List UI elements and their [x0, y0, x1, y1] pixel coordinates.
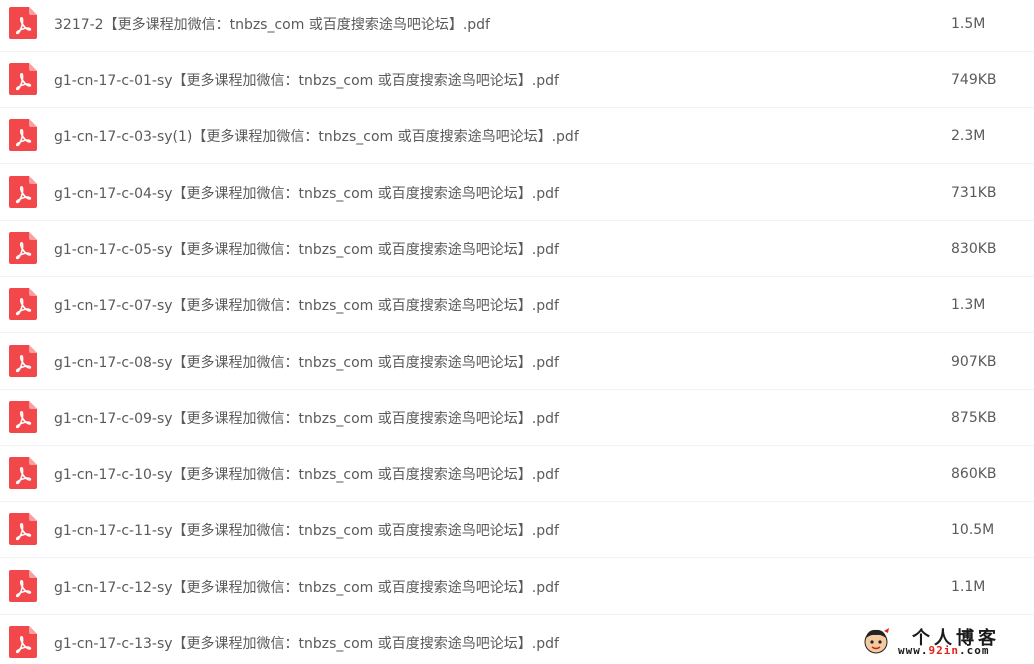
pdf-icon — [9, 232, 37, 264]
file-row[interactable]: g1-cn-17-c-12-sy【更多课程加微信：tnbzs_com 或百度搜索… — [0, 559, 1034, 615]
file-list: 3217-2【更多课程加微信：tnbzs_com 或百度搜索途鸟吧论坛】.pdf… — [0, 0, 1034, 664]
pdf-icon — [9, 570, 37, 602]
file-row[interactable]: g1-cn-17-c-09-sy【更多课程加微信：tnbzs_com 或百度搜索… — [0, 390, 1034, 446]
file-name[interactable]: g1-cn-17-c-09-sy【更多课程加微信：tnbzs_com 或百度搜索… — [54, 408, 559, 428]
file-size: 2.3M — [951, 127, 986, 144]
file-row[interactable]: 3217-2【更多课程加微信：tnbzs_com 或百度搜索途鸟吧论坛】.pdf… — [0, 0, 1034, 52]
file-row[interactable]: g1-cn-17-c-03-sy(1)【更多课程加微信：tnbzs_com 或百… — [0, 108, 1034, 164]
file-size: 10.5M — [951, 521, 995, 538]
file-name[interactable]: g1-cn-17-c-07-sy【更多课程加微信：tnbzs_com 或百度搜索… — [54, 295, 559, 315]
pdf-icon — [9, 401, 37, 433]
file-row[interactable]: g1-cn-17-c-08-sy【更多课程加微信：tnbzs_com 或百度搜索… — [0, 334, 1034, 390]
file-size: 830KB — [951, 240, 997, 257]
file-size: 875KB — [951, 409, 997, 426]
watermark: 个人博客 www.92in.com — [860, 624, 1030, 664]
file-size: 860KB — [951, 465, 997, 482]
file-size: 907KB — [951, 353, 997, 370]
file-row[interactable]: g1-cn-17-c-07-sy【更多课程加微信：tnbzs_com 或百度搜索… — [0, 277, 1034, 333]
watermark-url: www.92in.com — [898, 644, 990, 657]
file-row[interactable]: g1-cn-17-c-05-sy【更多课程加微信：tnbzs_com 或百度搜索… — [0, 221, 1034, 277]
file-row[interactable]: g1-cn-17-c-11-sy【更多课程加微信：tnbzs_com 或百度搜索… — [0, 502, 1034, 558]
file-name[interactable]: 3217-2【更多课程加微信：tnbzs_com 或百度搜索途鸟吧论坛】.pdf — [54, 14, 490, 34]
file-row[interactable]: g1-cn-17-c-10-sy【更多课程加微信：tnbzs_com 或百度搜索… — [0, 446, 1034, 502]
watermark-url-prefix: www. — [898, 644, 929, 657]
file-name[interactable]: g1-cn-17-c-10-sy【更多课程加微信：tnbzs_com 或百度搜索… — [54, 464, 559, 484]
file-name[interactable]: g1-cn-17-c-04-sy【更多课程加微信：tnbzs_com 或百度搜索… — [54, 183, 559, 203]
watermark-url-suffix: .com — [959, 644, 990, 657]
file-row[interactable]: g1-cn-17-c-04-sy【更多课程加微信：tnbzs_com 或百度搜索… — [0, 165, 1034, 221]
cartoon-face-icon — [864, 628, 889, 654]
file-size: 1.5M — [951, 15, 986, 32]
pdf-icon — [9, 457, 37, 489]
pdf-icon — [9, 345, 37, 377]
file-name[interactable]: g1-cn-17-c-08-sy【更多课程加微信：tnbzs_com 或百度搜索… — [54, 352, 559, 372]
file-name[interactable]: g1-cn-17-c-13-sy【更多课程加微信：tnbzs_com 或百度搜索… — [54, 633, 559, 653]
file-size: 1.3M — [951, 296, 986, 313]
watermark-url-highlight: 92in — [928, 644, 959, 657]
file-row[interactable]: g1-cn-17-c-01-sy【更多课程加微信：tnbzs_com 或百度搜索… — [0, 52, 1034, 108]
file-name[interactable]: g1-cn-17-c-12-sy【更多课程加微信：tnbzs_com 或百度搜索… — [54, 577, 559, 597]
pdf-icon — [9, 626, 37, 658]
file-name[interactable]: g1-cn-17-c-11-sy【更多课程加微信：tnbzs_com 或百度搜索… — [54, 520, 559, 540]
file-size: 1.1M — [951, 578, 986, 595]
file-size: 731KB — [951, 184, 997, 201]
file-name[interactable]: g1-cn-17-c-05-sy【更多课程加微信：tnbzs_com 或百度搜索… — [54, 239, 559, 259]
pdf-icon — [9, 513, 37, 545]
pdf-icon — [9, 119, 37, 151]
file-name[interactable]: g1-cn-17-c-01-sy【更多课程加微信：tnbzs_com 或百度搜索… — [54, 70, 559, 90]
file-size: 749KB — [951, 71, 997, 88]
file-name[interactable]: g1-cn-17-c-03-sy(1)【更多课程加微信：tnbzs_com 或百… — [54, 126, 579, 146]
pdf-icon — [9, 7, 37, 39]
pdf-icon — [9, 288, 37, 320]
pdf-icon — [9, 63, 37, 95]
pdf-icon — [9, 176, 37, 208]
